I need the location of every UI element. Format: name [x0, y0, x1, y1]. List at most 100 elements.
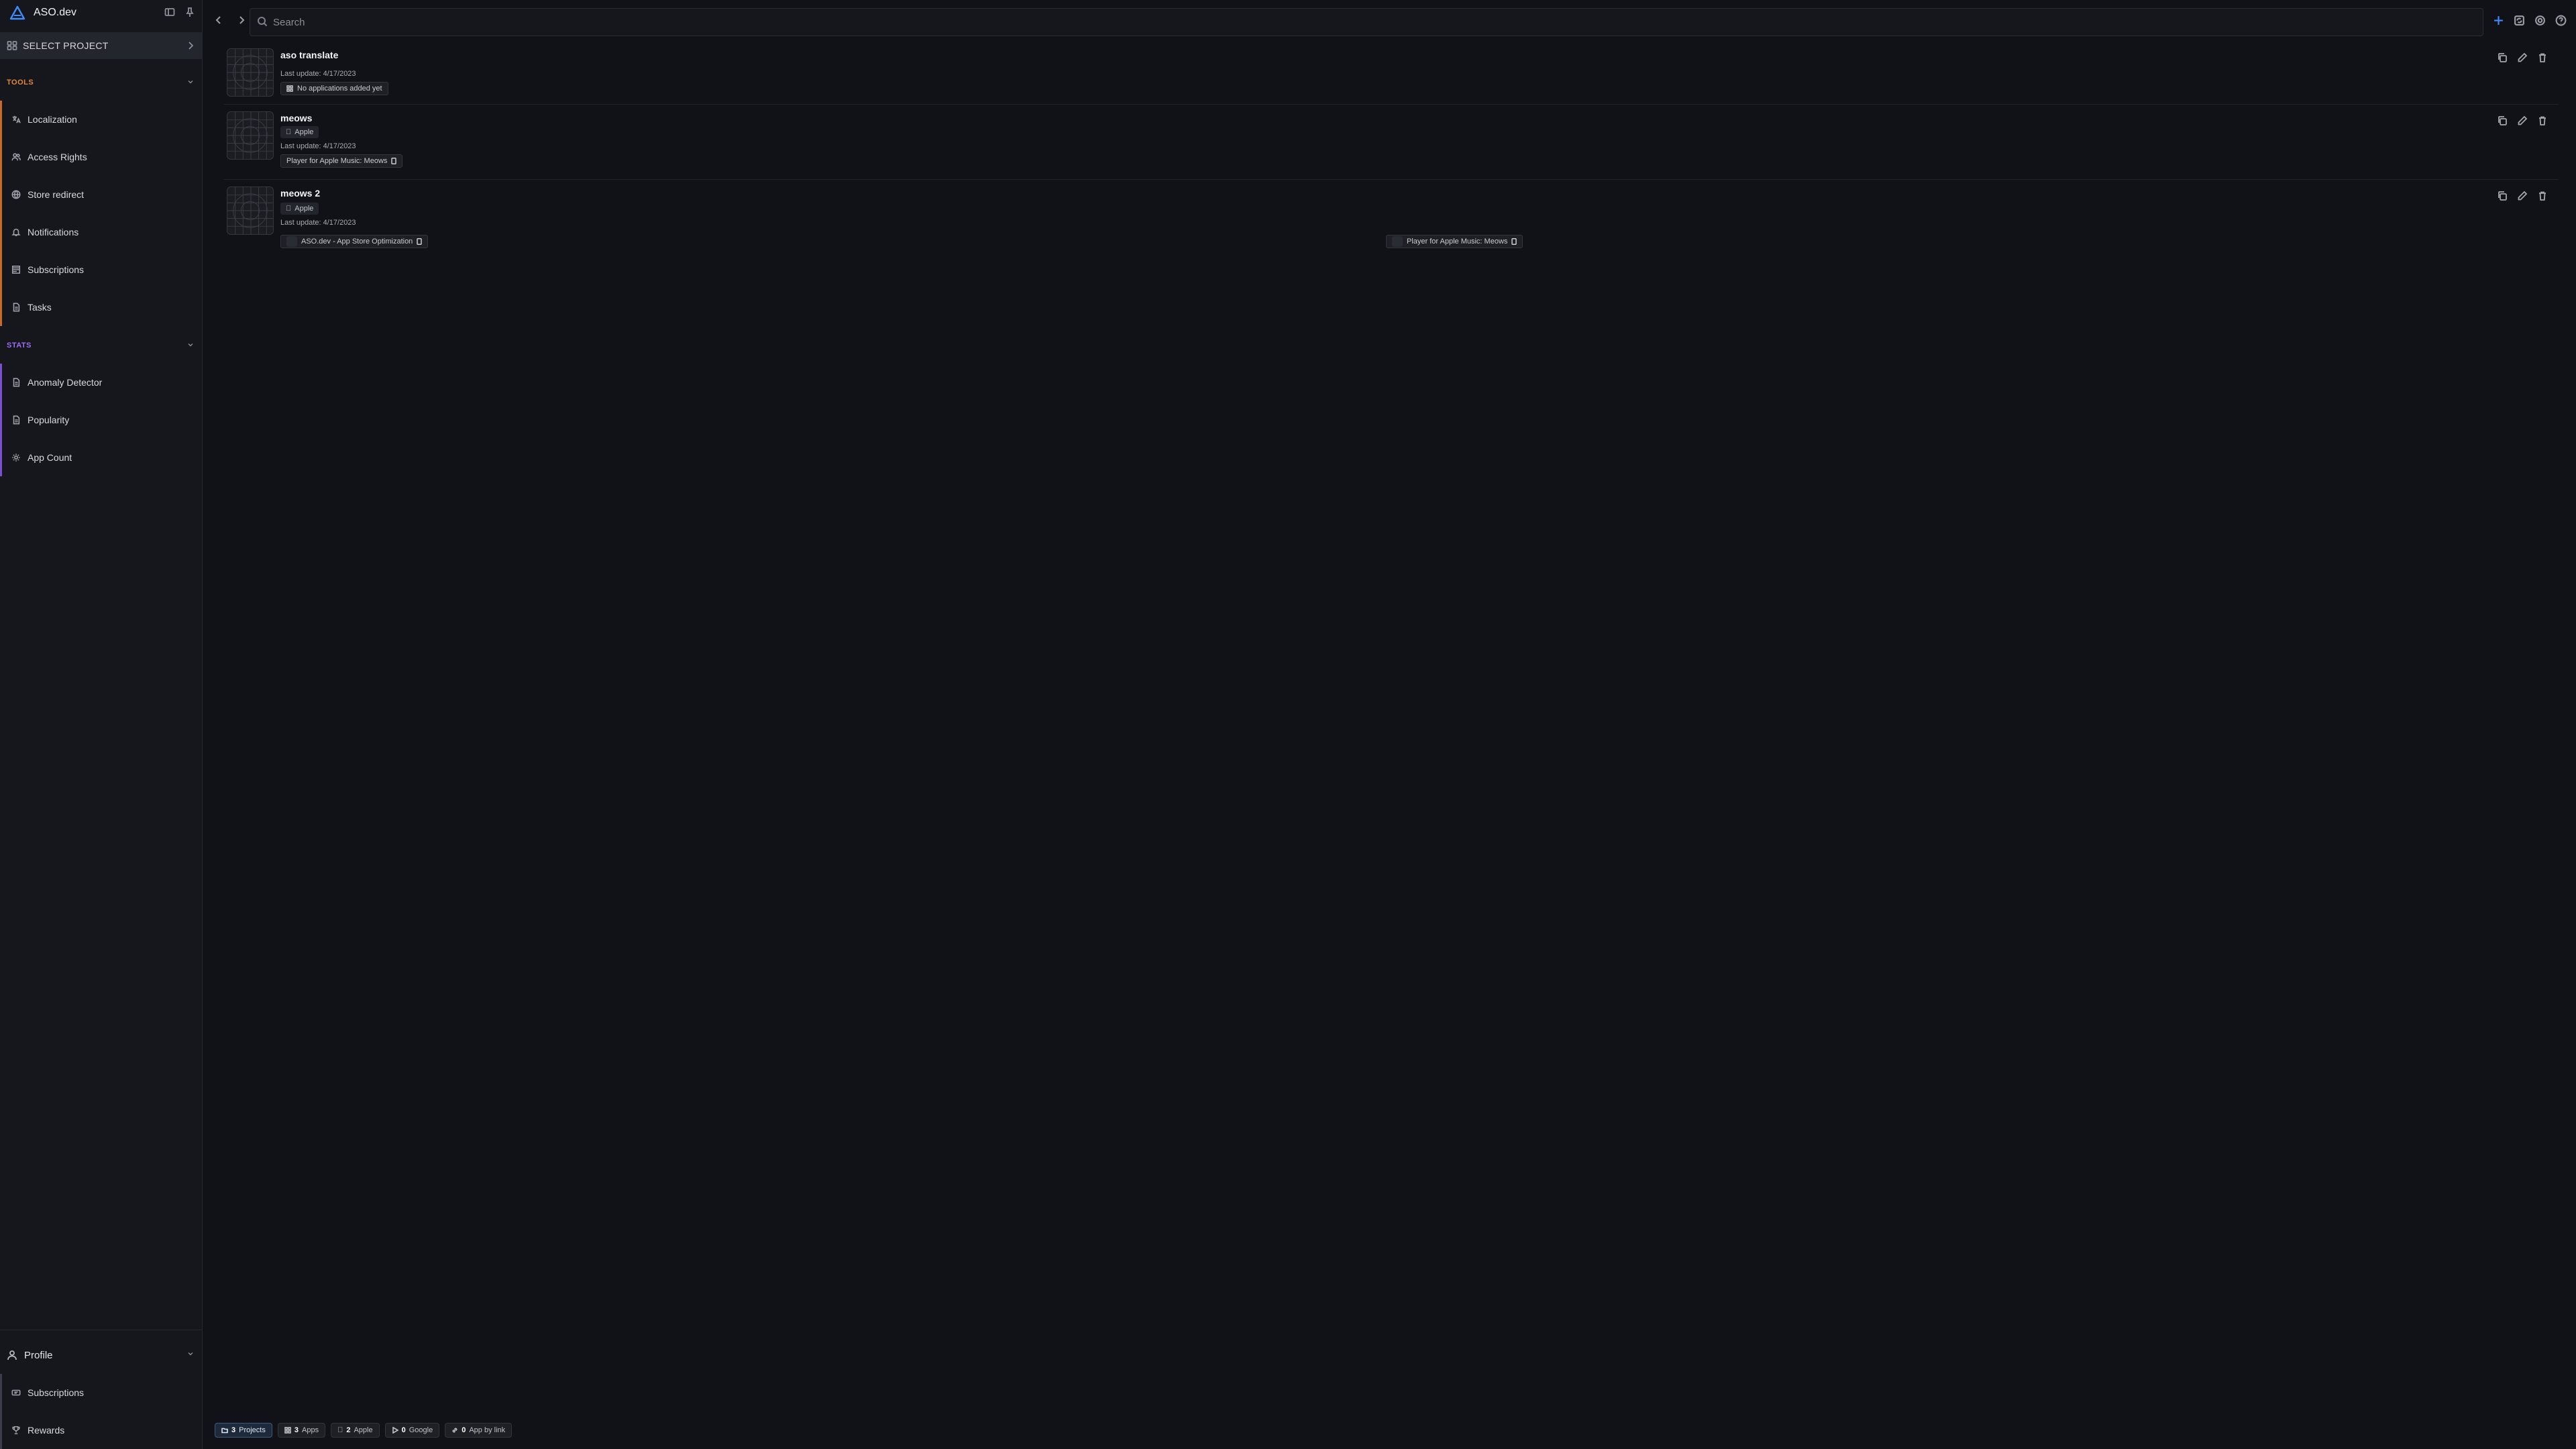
no-apps-chip: No applications added yet [280, 82, 388, 95]
stats-footer: 3 Projects 3 Apps  2 Apple 0 Google 0 A… [215, 1423, 513, 1438]
project-thumbnail [227, 111, 274, 160]
chip-label: No applications added yet [297, 85, 382, 93]
stats-section-title: STATS [7, 341, 32, 350]
google-count-label: Google [403, 1426, 433, 1434]
sidebar-item-app-count[interactable]: App Count [2, 439, 203, 476]
stats-section-header[interactable]: STATS [0, 335, 203, 356]
trophy-icon [11, 1426, 21, 1435]
gear-icon [11, 453, 21, 462]
chip-label: ASO.dev - App Store Optimization [301, 237, 413, 246]
forward-arrow-icon[interactable] [236, 15, 247, 25]
apps-count: 3 [294, 1426, 299, 1434]
apps-count-chip[interactable]: 3 Apps [277, 1423, 326, 1438]
grid-icon [284, 1427, 291, 1434]
phone-icon [417, 238, 423, 245]
app-by-link-count: 0 [462, 1426, 466, 1434]
project-row[interactable]: aso translate Last update: 4/17/2023 No … [224, 44, 2559, 105]
doc-icon [11, 378, 21, 387]
add-project-icon[interactable] [2493, 15, 2504, 26]
users-icon [11, 152, 21, 162]
app-chip[interactable]: Player for Apple Music: Meows [1386, 235, 1523, 248]
store-label: Apple [289, 128, 313, 136]
search-icon [257, 16, 268, 29]
project-name[interactable]: meows [280, 113, 312, 123]
app-chip[interactable]: ASO.dev - App Store Optimization [280, 235, 429, 248]
row-actions [2497, 52, 2548, 63]
sidebar-item-localization[interactable]: Localization [2, 101, 203, 138]
chip-label: Player for Apple Music: Meows [1407, 237, 1508, 246]
top-actions [2493, 15, 2567, 26]
sidebar-item-access-rights[interactable]: Access Rights [2, 138, 203, 176]
store-badge:  Apple [280, 126, 319, 138]
chevron-down-icon [186, 1350, 195, 1358]
apple-icon:  [286, 128, 291, 136]
search-bar [250, 8, 2483, 36]
projects-count-label: Projects [239, 1426, 266, 1434]
edit-icon[interactable] [2517, 115, 2528, 126]
chevron-down-icon [186, 78, 195, 86]
delete-icon[interactable] [2537, 115, 2548, 126]
tools-nav: Localization Access Rights Store redirec… [0, 101, 203, 326]
google-count-chip[interactable]: 0 Google [384, 1423, 440, 1438]
grid-icon [286, 85, 293, 92]
apple-icon:  [337, 1426, 343, 1434]
edit-icon[interactable] [2517, 52, 2528, 63]
history-nav [213, 15, 247, 25]
copy-icon[interactable] [2497, 52, 2508, 63]
sidebar-item-profile-subscriptions[interactable]: Subscriptions [2, 1374, 203, 1411]
copy-icon[interactable] [2497, 191, 2508, 201]
apple-icon:  [286, 205, 291, 213]
app-chip[interactable]: Player for Apple Music: Meows [280, 154, 403, 168]
back-arrow-icon[interactable] [213, 15, 224, 25]
store-badge:  Apple [280, 203, 319, 215]
tools-section-title: TOOLS [7, 78, 34, 87]
sidebar-item-store-redirect[interactable]: Store redirect [2, 176, 203, 213]
sidebar-item-notifications[interactable]: Notifications [2, 213, 203, 251]
search-input[interactable] [273, 16, 2420, 28]
row-actions [2497, 115, 2548, 126]
sidebar-item-label: Store redirect [28, 189, 85, 200]
project-last-update: Last update: 4/17/2023 [280, 219, 356, 227]
bell-icon [11, 227, 21, 237]
project-last-update: Last update: 4/17/2023 [280, 70, 356, 78]
profile-section-header[interactable]: Profile [0, 1342, 203, 1368]
select-project-button[interactable]: SELECT PROJECT [0, 32, 203, 59]
chip-label: Player for Apple Music: Meows [286, 157, 388, 165]
collapse-sidebar-icon[interactable] [164, 7, 175, 17]
sidebar-item-label: Subscriptions [28, 264, 85, 275]
projects-count-chip[interactable]: 3 Projects [215, 1423, 272, 1438]
translate-icon [11, 115, 21, 124]
edit-icon[interactable] [2517, 191, 2528, 201]
help-icon[interactable] [2555, 15, 2567, 26]
phone-icon [1511, 238, 1517, 245]
sidebar-item-tasks[interactable]: Tasks [2, 288, 203, 326]
delete-icon[interactable] [2537, 52, 2548, 63]
sidebar-item-subscriptions[interactable]: Subscriptions [2, 251, 203, 288]
apple-count-label: Apple [348, 1426, 372, 1434]
project-name[interactable]: aso translate [280, 50, 338, 60]
copy-icon[interactable] [2497, 115, 2508, 126]
sidebar-item-label: Localization [28, 114, 77, 125]
app-by-link-count-label: App by link [464, 1426, 505, 1434]
sidebar-item-label: Popularity [28, 415, 70, 425]
sidebar-item-anomaly-detector[interactable]: Anomaly Detector [2, 364, 203, 401]
project-name[interactable]: meows 2 [280, 188, 320, 199]
settings-icon[interactable] [2534, 15, 2546, 26]
project-row[interactable]: meows 2  Apple Last update: 4/17/2023 A… [224, 182, 2559, 256]
sidebar-item-popularity[interactable]: Popularity [2, 401, 203, 439]
profile-nav: Subscriptions Rewards [0, 1374, 203, 1449]
sidebar-item-rewards[interactable]: Rewards [2, 1411, 203, 1449]
project-row[interactable]: meows  Apple Last update: 4/17/2023 Pla… [224, 107, 2559, 180]
project-thumbnail [227, 186, 274, 235]
tools-section-header[interactable]: TOOLS [0, 72, 203, 93]
app-by-link-count-chip[interactable]: 0 App by link [445, 1423, 513, 1438]
globe-icon [11, 190, 21, 199]
sidebar-item-label: Access Rights [28, 152, 87, 162]
apple-count-chip[interactable]:  2 Apple [331, 1423, 380, 1438]
sidebar: ASO.dev SELECT PROJECT TOOLS Localizatio… [0, 0, 203, 1449]
delete-icon[interactable] [2537, 191, 2548, 201]
pin-icon[interactable] [184, 7, 195, 17]
projects-count: 3 [231, 1426, 236, 1434]
refresh-icon[interactable] [2514, 15, 2525, 26]
project-thumbnail [227, 48, 274, 97]
